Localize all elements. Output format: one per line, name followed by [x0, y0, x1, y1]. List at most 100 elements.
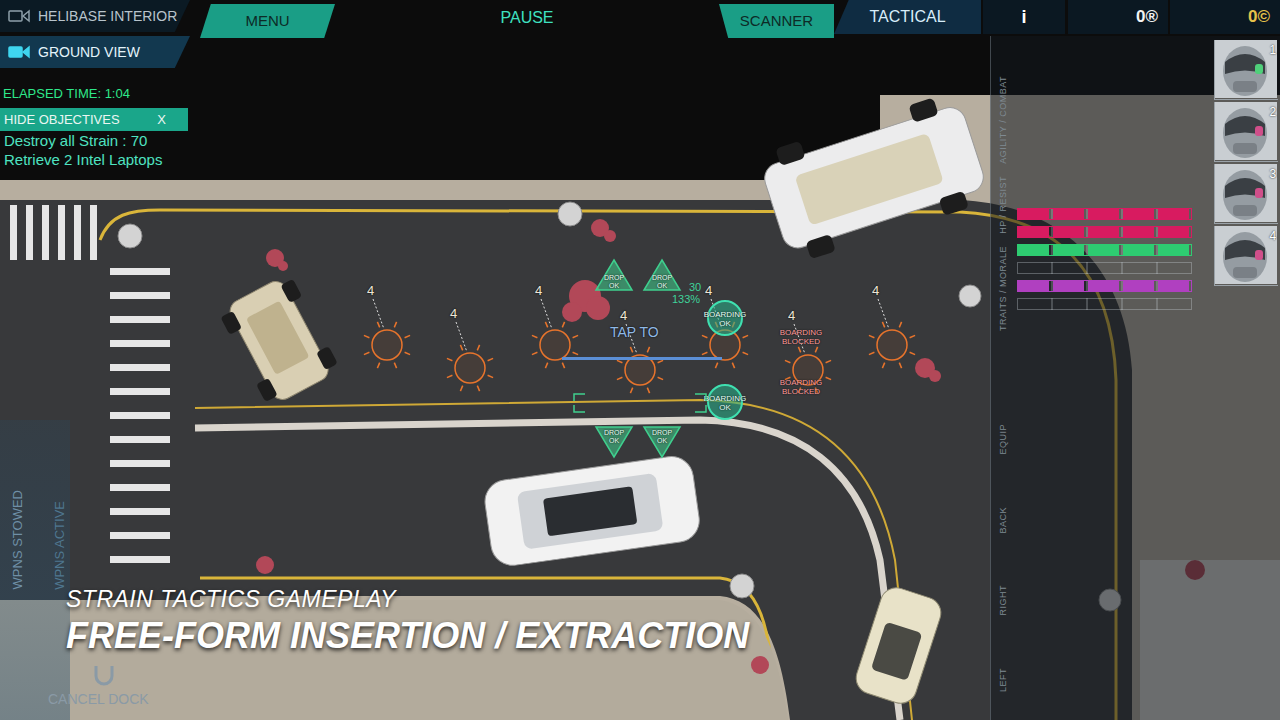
target-count: 4 — [535, 281, 542, 301]
game-screen: 4 4 4 4 4 4 4 DROP OK DROP OK DROP OK DROP OK BOARD… — [0, 0, 1280, 720]
drop-zone[interactable]: DROP OK — [642, 423, 682, 459]
squad-member[interactable]: 2 — [1214, 102, 1278, 162]
camera-view-button[interactable]: GROUND VIEW — [0, 36, 190, 68]
target-ring-icon — [430, 298, 510, 394]
stat-bar — [1017, 298, 1192, 310]
robot-portrait-icon — [1215, 226, 1277, 284]
camera-icon — [8, 9, 30, 23]
close-button[interactable]: X — [157, 110, 166, 130]
stat-bar — [1017, 244, 1192, 256]
hide-objectives-button[interactable]: HIDE OBJECTIVES X — [0, 108, 188, 132]
pause-button[interactable]: PAUSE — [500, 6, 553, 30]
camera-view-label: GROUND VIEW — [38, 42, 140, 63]
tap-hint: TAP TO — [610, 322, 659, 343]
boarding-point[interactable]: BOARDING OK — [697, 382, 753, 422]
weapons-panel: WPNS STOWED WPNS ACTIVE CANCEL DOCK — [0, 420, 180, 720]
stat-bar — [1017, 262, 1192, 274]
robot-portrait-icon — [1215, 40, 1277, 98]
currency-counter: 0© — [1170, 0, 1280, 34]
squad-panel: AGILITY / COMBAT HP / RESIST TRAITS / MORA… — [990, 36, 1280, 720]
stat-bar-fill — [1018, 209, 1191, 219]
video-caption: STRAIN TACTICS GAMEPLAYFREE-FORM INSERTI… — [66, 584, 749, 658]
camera-view-button[interactable]: HELIBASE INTERIOR — [0, 0, 190, 32]
side-tab[interactable]: LEFT — [997, 668, 1011, 692]
squad-list: 1 2 3 4 — [1214, 36, 1280, 720]
menu-button[interactable]: MENU — [200, 4, 335, 38]
drop-zone[interactable]: DROP OK — [594, 258, 634, 294]
boarding-point[interactable]: BOARDING BLOCKED — [773, 316, 829, 356]
boarding-label: BOARDING OK — [697, 310, 753, 328]
weapons-stowed-button[interactable]: WPNS STOWED — [8, 490, 28, 589]
target-ring-icon — [852, 275, 932, 371]
currency-counter: 0® — [1068, 0, 1168, 34]
side-tab-list: AGILITY / COMBAT HP / RESIST TRAITS / MORA… — [991, 36, 1017, 720]
robot-portrait-icon — [1215, 102, 1277, 160]
target-ring-icon — [600, 300, 680, 396]
side-tab[interactable]: AGILITY / COMBAT — [997, 76, 1011, 164]
scanner-button[interactable]: SCANNER — [719, 4, 834, 38]
objective-item: Destroy all Strain : 70 — [0, 131, 260, 150]
weapon-mode-list: WPNS STOWED WPNS ACTIVE — [0, 420, 70, 589]
weapons-active-button[interactable]: WPNS ACTIVE — [50, 501, 70, 590]
side-tab[interactable]: RIGHT — [997, 585, 1011, 616]
target-count: 4 — [788, 306, 795, 326]
elapsed-time: ELAPSED TIME: 1:04 — [0, 84, 260, 104]
caption-title: FREE-FORM INSERTION / EXTRACTION — [66, 614, 749, 658]
drop-zone-label: DROP OK — [647, 274, 677, 290]
target-count: 4 — [705, 281, 712, 301]
stat-bar — [1017, 208, 1192, 220]
stat-tab-group: AGILITY / COMBAT HP / RESIST TRAITS / MORA… — [997, 76, 1011, 331]
side-tab[interactable]: HP / RESIST — [997, 176, 1011, 234]
target-count: 4 — [620, 306, 627, 326]
stat-bar — [1017, 280, 1192, 292]
caption-kicker: STRAIN TACTICS GAMEPLAY — [66, 584, 749, 614]
drop-zone-label: DROP OK — [599, 429, 629, 445]
cancel-dock-button[interactable]: CANCEL DOCK — [48, 689, 149, 710]
robot-portrait-icon — [1215, 164, 1277, 222]
target-count: 4 — [450, 304, 457, 324]
boarding-label: BOARDING BLOCKED — [773, 378, 829, 396]
squad-number: 2 — [1270, 103, 1277, 121]
side-tab[interactable]: TRAITS / MORALE — [997, 246, 1011, 331]
squad-member[interactable]: 3 — [1214, 164, 1278, 224]
squad-member[interactable]: 4 — [1214, 226, 1278, 286]
target-marker[interactable]: 4 — [852, 275, 932, 371]
boarding-label: BOARDING BLOCKED — [773, 328, 829, 346]
weapons-backdrop: WPNS STOWED WPNS ACTIVE — [0, 420, 70, 720]
info-button[interactable]: i — [983, 0, 1065, 34]
stat-bar-fill — [1018, 227, 1191, 237]
drop-zone[interactable]: DROP OK — [642, 258, 682, 294]
drop-zone[interactable]: DROP OK — [594, 423, 634, 459]
pause-area: PAUSE — [335, 0, 719, 30]
camera-view-label: HELIBASE INTERIOR — [38, 6, 177, 27]
target-marker[interactable]: 4 — [347, 275, 427, 371]
target-marker[interactable]: 4 — [600, 300, 680, 396]
stat-bar-list — [1017, 36, 1192, 720]
target-count: 4 — [872, 281, 879, 301]
target-ring-icon — [347, 275, 427, 371]
stat-bar-fill — [1018, 281, 1191, 291]
capacity-percent: 133% — [672, 291, 700, 308]
tactical-button[interactable]: TACTICAL — [834, 0, 981, 34]
squad-number: 3 — [1270, 165, 1277, 183]
objective-item: Retrieve 2 Intel Laptops — [0, 150, 260, 169]
drop-zone-label: DROP OK — [599, 274, 629, 290]
hide-objectives-label: HIDE OBJECTIVES — [4, 110, 120, 130]
camera-icon — [8, 45, 30, 59]
squad-member[interactable]: 1 — [1214, 40, 1278, 100]
dock-icon[interactable] — [92, 664, 116, 686]
side-tab[interactable]: EQUIP — [997, 424, 1011, 455]
squad-number: 1 — [1270, 41, 1277, 59]
boarding-point[interactable]: BOARDING BLOCKED — [773, 366, 829, 406]
side-tab[interactable]: BACK — [997, 507, 1011, 534]
stat-bar — [1017, 226, 1192, 238]
stat-bar-fill — [1018, 245, 1191, 255]
path-line — [562, 357, 722, 360]
drop-zone-label: DROP OK — [647, 429, 677, 445]
squad-number: 4 — [1270, 227, 1277, 245]
boarding-point[interactable]: BOARDING OK — [697, 298, 753, 338]
selection-bracket-icon — [573, 393, 707, 413]
target-count: 4 — [367, 281, 374, 301]
target-marker[interactable]: 4 — [430, 298, 510, 394]
objectives-panel: ELAPSED TIME: 1:04 HIDE OBJECTIVES XDestro… — [0, 84, 260, 169]
